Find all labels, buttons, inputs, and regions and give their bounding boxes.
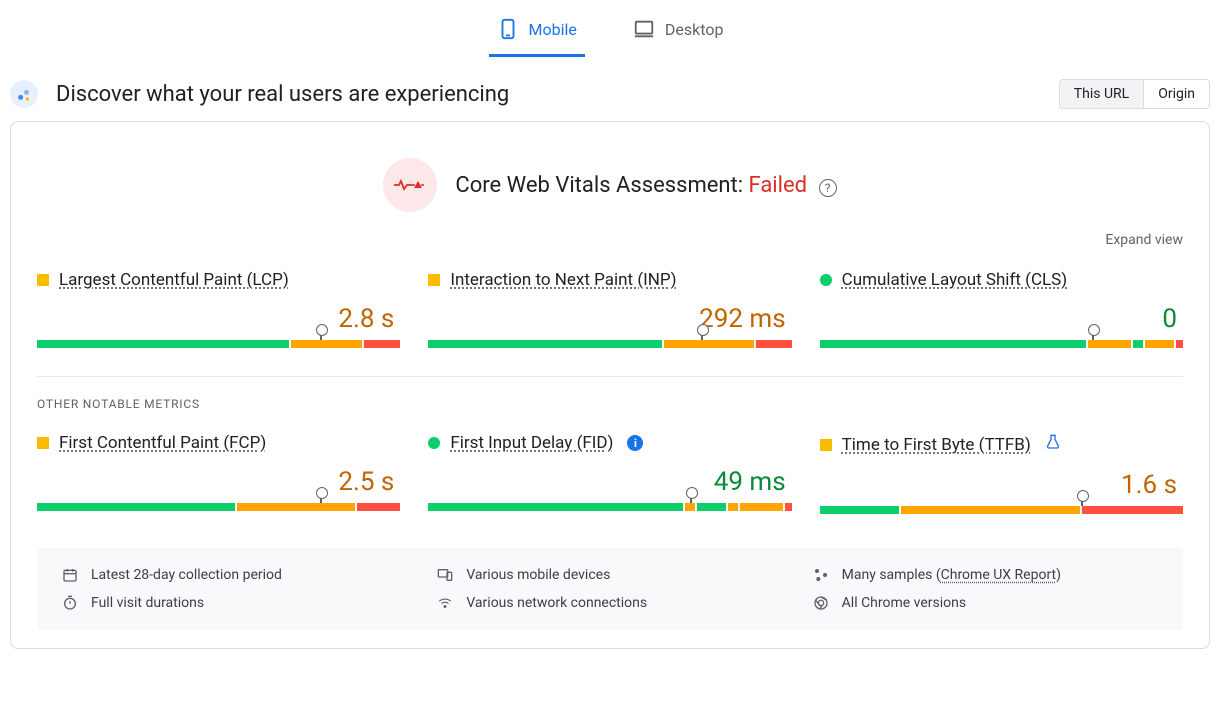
page-title: Discover what your real users are experi… <box>56 82 509 107</box>
metric-value-inp: 292 ms <box>428 304 785 334</box>
assessment-card: Core Web Vitals Assessment: Failed ? Exp… <box>10 121 1210 649</box>
tab-desktop[interactable]: Desktop <box>625 14 732 57</box>
marker-ttfb <box>1081 496 1083 506</box>
chrome-icon <box>812 594 830 612</box>
flask-icon[interactable] <box>1045 433 1061 456</box>
metric-bar-fid <box>428 503 791 511</box>
footer-network-text: Various network connections <box>466 595 647 611</box>
desktop-icon <box>633 18 655 40</box>
marker-cls <box>1092 330 1094 340</box>
help-icon[interactable]: ? <box>819 179 837 197</box>
footer-chrome: All Chrome versions <box>812 594 1159 612</box>
marker-fcp <box>320 493 322 503</box>
footer-network: Various network connections <box>436 594 783 612</box>
footer-chrome-text: All Chrome versions <box>842 595 966 611</box>
metric-fcp: First Contentful Paint (FCP) 2.5 s <box>37 433 400 514</box>
marker-fid <box>690 493 692 503</box>
crux-report-link[interactable]: Chrome UX Report <box>941 567 1056 583</box>
footer-period: Latest 28-day collection period <box>61 566 408 584</box>
marker-inp <box>701 330 703 340</box>
scope-this-url[interactable]: This URL <box>1060 80 1143 108</box>
tab-mobile[interactable]: Mobile <box>489 14 585 57</box>
metric-cls: Cumulative Layout Shift (CLS) 0 <box>820 270 1183 348</box>
assessment-header: Core Web Vitals Assessment: Failed ? <box>11 122 1209 226</box>
other-metrics-grid: First Contentful Paint (FCP) 2.5 s First… <box>11 411 1209 524</box>
status-indicator-fcp <box>37 437 49 449</box>
metric-inp: Interaction to Next Paint (INP) 292 ms <box>428 270 791 348</box>
network-icon <box>436 594 454 612</box>
metric-value-ttfb: 1.6 s <box>820 470 1177 500</box>
metric-bar-inp <box>428 340 791 348</box>
assessment-status: Failed <box>749 173 808 198</box>
footer-period-text: Latest 28-day collection period <box>91 567 282 583</box>
header-row: Discover what your real users are experi… <box>0 57 1220 121</box>
footer-samples: Many samples (Chrome UX Report) <box>812 566 1159 584</box>
scope-origin[interactable]: Origin <box>1143 80 1209 108</box>
marker-lcp <box>320 330 322 340</box>
metric-name-cls[interactable]: Cumulative Layout Shift (CLS) <box>842 270 1068 290</box>
metric-fid: First Input Delay (FID) i 49 ms <box>428 433 791 514</box>
metric-name-ttfb[interactable]: Time to First Byte (TTFB) <box>842 435 1031 455</box>
metric-bar-ttfb <box>820 506 1183 514</box>
metric-name-lcp[interactable]: Largest Contentful Paint (LCP) <box>59 270 289 290</box>
metric-name-fid[interactable]: First Input Delay (FID) <box>450 433 613 453</box>
other-metrics-label: OTHER NOTABLE METRICS <box>11 377 1209 411</box>
devices-icon <box>436 566 454 584</box>
metric-value-fcp: 2.5 s <box>37 467 394 497</box>
metric-name-fcp[interactable]: First Contentful Paint (FCP) <box>59 433 266 453</box>
info-icon[interactable]: i <box>627 435 643 451</box>
status-indicator-ttfb <box>820 439 832 451</box>
status-indicator-inp <box>428 274 440 286</box>
metric-bar-cls <box>820 340 1183 348</box>
core-vitals-grid: Largest Contentful Paint (LCP) 2.8 s Int… <box>11 248 1209 358</box>
timer-icon <box>61 594 79 612</box>
expand-view-link[interactable]: Expand view <box>1105 232 1183 248</box>
metric-lcp: Largest Contentful Paint (LCP) 2.8 s <box>37 270 400 348</box>
metric-value-cls: 0 <box>820 304 1177 334</box>
footer-devices-text: Various mobile devices <box>466 567 610 583</box>
footer-samples-text: Many samples (Chrome UX Report) <box>842 567 1061 583</box>
footer-devices: Various mobile devices <box>436 566 783 584</box>
metric-value-lcp: 2.8 s <box>37 304 394 334</box>
metric-ttfb: Time to First Byte (TTFB) 1.6 s <box>820 433 1183 514</box>
status-indicator-fid <box>428 437 440 449</box>
status-indicator-lcp <box>37 274 49 286</box>
metric-bar-lcp <box>37 340 400 348</box>
device-tabs: Mobile Desktop <box>0 0 1220 57</box>
metric-bar-fcp <box>37 503 400 511</box>
metric-value-fid: 49 ms <box>428 467 785 497</box>
footer-duration-text: Full visit durations <box>91 595 204 611</box>
assessment-status-icon <box>383 158 437 212</box>
assessment-prefix: Core Web Vitals Assessment: <box>455 173 748 198</box>
scope-toggle: This URL Origin <box>1059 79 1210 109</box>
mobile-icon <box>497 18 519 40</box>
metric-name-inp[interactable]: Interaction to Next Paint (INP) <box>450 270 676 290</box>
data-source-footer: Latest 28-day collection period Various … <box>37 548 1183 630</box>
footer-duration: Full visit durations <box>61 594 408 612</box>
status-indicator-cls <box>820 274 832 286</box>
tab-mobile-label: Mobile <box>529 20 577 39</box>
tab-desktop-label: Desktop <box>665 20 724 39</box>
calendar-icon <box>61 566 79 584</box>
samples-icon <box>812 566 830 584</box>
crux-icon <box>10 80 38 108</box>
assessment-text: Core Web Vitals Assessment: Failed ? <box>455 173 836 198</box>
